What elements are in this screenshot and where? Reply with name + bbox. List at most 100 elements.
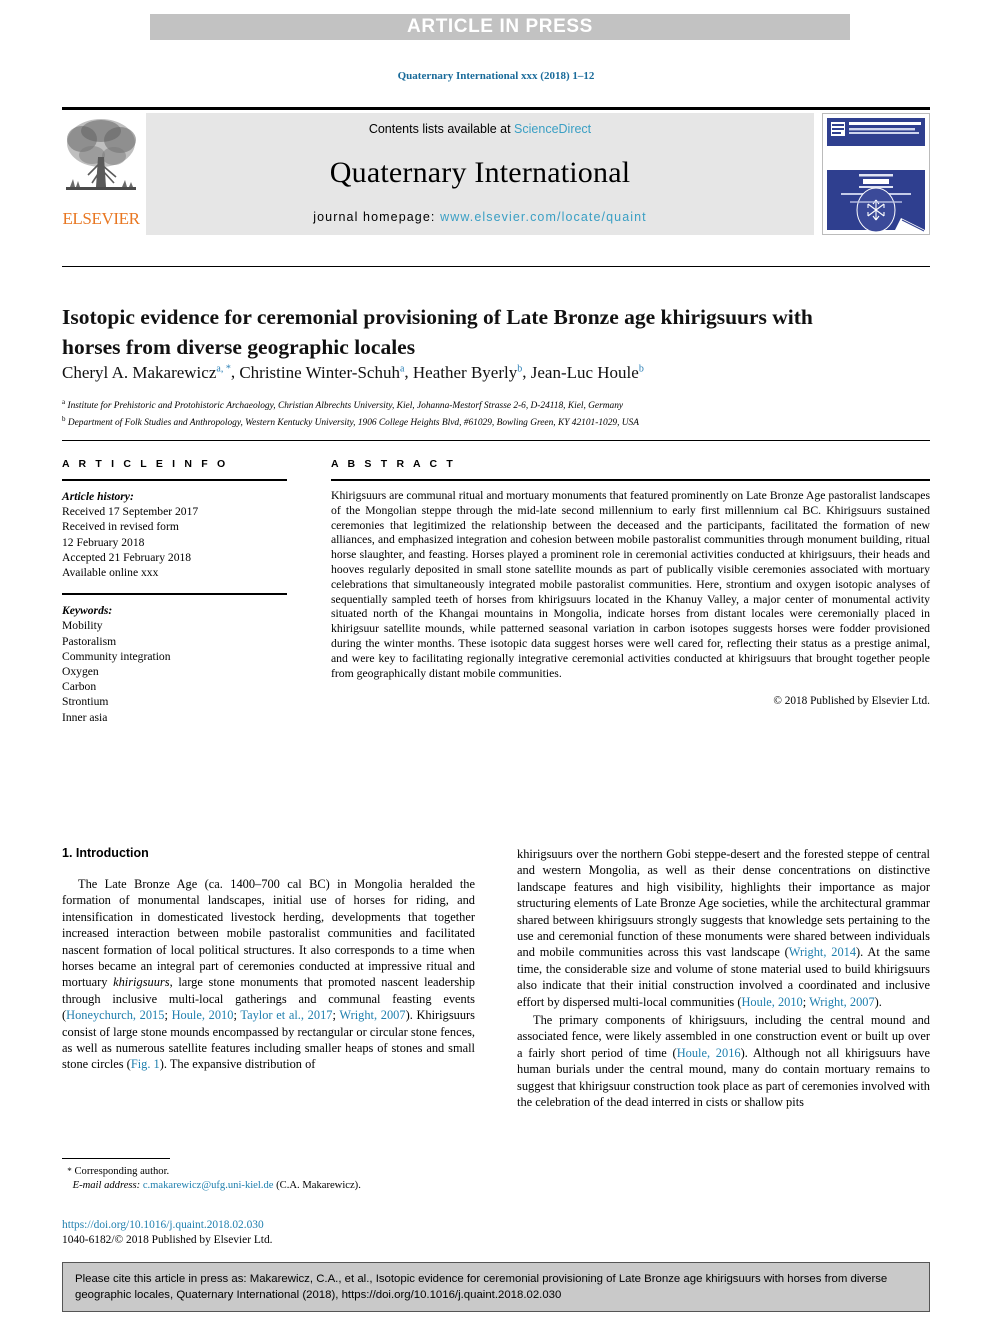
text-run: ). The expansive distribution of [159, 1057, 316, 1072]
history-line: Received in revised form [62, 520, 179, 534]
text-run: The Late Bronze Age (ca. 1400–700 cal BC… [62, 877, 475, 990]
author-entry: Jean-Luc Houleb [531, 363, 644, 382]
footer-doi-block: https://doi.org/10.1016/j.quaint.2018.02… [62, 1218, 475, 1248]
abstract-text: Khirigsuurs are communal ritual and mort… [331, 489, 930, 680]
citation-link[interactable]: Wright, 2014 [789, 945, 856, 959]
article-in-press-label: ARTICLE IN PRESS [407, 16, 593, 37]
email-link[interactable]: c.makarewicz@ufg.uni-kiel.de [143, 1180, 274, 1191]
citation-link[interactable]: Wright, 2007 [809, 995, 875, 1009]
journal-homepage-line: journal homepage: www.elsevier.com/locat… [313, 210, 647, 224]
journal-masthead: ELSEVIER Contents lists available at Sci… [62, 107, 930, 237]
author-affiliation-mark: b [517, 363, 523, 374]
text-run: ; [164, 1008, 172, 1023]
email-label: E-mail address: [72, 1180, 141, 1191]
masthead-top-rule [62, 107, 930, 110]
title-divider-rule [62, 266, 930, 267]
affiliation-mark: a [62, 398, 66, 406]
elsevier-wordmark: ELSEVIER [62, 209, 140, 228]
please-cite-text: Please cite this article in press as: Ma… [75, 1273, 888, 1301]
abstract-rule [331, 479, 930, 481]
masthead-center-panel: Contents lists available at ScienceDirec… [146, 113, 814, 235]
article-info-rule [62, 479, 287, 481]
keyword-item: Inner asia [62, 710, 108, 724]
citation-link[interactable]: Wright, 2007 [339, 1008, 405, 1022]
homepage-prefix-label: journal homepage: [313, 210, 441, 224]
article-in-press-banner: ARTICLE IN PRESS [150, 14, 850, 40]
author-entry: Cheryl A. Makarewicza, * [62, 363, 231, 382]
affiliation-mark: b [62, 415, 66, 424]
keyword-item: Mobility [62, 619, 103, 633]
body-column-left: 1. Introduction The Late Bronze Age (ca.… [62, 846, 475, 1075]
section-heading-introduction: 1. Introduction [62, 846, 149, 860]
article-info-heading: A R T I C L E I N F O [62, 458, 229, 470]
history-line: Available online xxx [62, 566, 159, 580]
journal-homepage-link[interactable]: www.elsevier.com/locate/quaint [440, 210, 647, 224]
doi-link[interactable]: https://doi.org/10.1016/j.quaint.2018.02… [62, 1218, 475, 1233]
author-list: Cheryl A. Makarewicza, *, Christine Wint… [62, 362, 644, 382]
text-run: khirigsuurs over the northern Gobi stepp… [517, 847, 930, 960]
citation-link[interactable]: Houle, 2010 [741, 995, 802, 1009]
elsevier-logo: ELSEVIER [62, 113, 140, 235]
keyword-item: Community integration [62, 649, 171, 663]
citation-link[interactable]: Houle, 2016 [677, 1046, 741, 1060]
affiliation-text: Institute for Prehistoric and Protohisto… [67, 401, 624, 412]
citation-link[interactable]: Honeychurch, 2015 [66, 1008, 164, 1022]
author-affiliation-mark: b [638, 363, 644, 374]
journal-cover-thumbnail [822, 113, 930, 235]
journal-title: Quaternary International [329, 156, 631, 189]
please-cite-box: Please cite this article in press as: Ma… [62, 1262, 930, 1312]
contents-available-line: Contents lists available at ScienceDirec… [369, 122, 591, 136]
info-section-top-rule [62, 440, 930, 441]
article-info-column: A R T I C L E I N F O Article history: R… [62, 458, 287, 725]
author-affiliation-mark: a, * [216, 363, 231, 374]
text-run: ). [874, 994, 882, 1009]
journal-cover-image [823, 114, 929, 234]
history-line: Accepted 21 February 2018 [62, 550, 192, 564]
author-name: Jean-Luc Houle [530, 362, 639, 382]
contents-prefix-label: Contents lists available at [368, 122, 515, 136]
keywords-block: Keywords: Mobility Pastoralism Community… [62, 603, 287, 725]
abstract-column: A B S T R A C T Khirigsuurs are communal… [331, 458, 930, 707]
author-name: Christine Winter-Schuh [239, 362, 400, 382]
footnote-divider-rule [62, 1158, 170, 1159]
page-title: Isotopic evidence for ceremonial provisi… [62, 305, 813, 360]
affiliation-text: Department of Folk Studies and Anthropol… [67, 418, 639, 429]
issn-copyright-line: 1040-6182/© 2018 Published by Elsevier L… [62, 1234, 273, 1246]
author-name: Cheryl A. Makarewicz [62, 362, 217, 382]
paragraph: khirigsuurs over the northern Gobi stepp… [517, 846, 930, 1010]
italic-term: khirigsuurs [113, 975, 170, 990]
paragraph: The primary components of khirigsuurs, i… [517, 1012, 930, 1110]
sciencedirect-link[interactable]: ScienceDirect [514, 122, 591, 136]
footnote-line: * Corresponding author. [62, 1164, 475, 1179]
asterisk-icon: * [67, 1166, 72, 1176]
keyword-item: Strontium [62, 695, 109, 709]
citation-link[interactable]: Taylor et al., 2017 [240, 1008, 332, 1022]
article-history-label: Article history: [62, 490, 134, 503]
abstract-heading: A B S T R A C T [331, 458, 456, 470]
running-head: Quaternary International xxx (2018) 1–12 [397, 70, 595, 82]
body-column-right: khirigsuurs over the northern Gobi stepp… [517, 846, 930, 1113]
history-line: 12 February 2018 [62, 535, 145, 549]
figure-link[interactable]: Fig. 1 [131, 1057, 160, 1071]
keywords-label: Keywords: [62, 604, 113, 618]
abstract-copyright: © 2018 Published by Elsevier Ltd. [773, 695, 930, 708]
footnote-body: * Corresponding author. E-mail address: … [62, 1164, 475, 1193]
citation-link[interactable]: Houle, 2010 [172, 1008, 234, 1022]
footnote-line: E-mail address: c.makarewicz@ufg.uni-kie… [62, 1179, 475, 1193]
corresponding-author-label: Corresponding author. [74, 1166, 170, 1177]
keywords-divider-rule [62, 593, 287, 596]
author-affiliation-mark: a [399, 363, 405, 374]
paragraph: The Late Bronze Age (ca. 1400–700 cal BC… [62, 876, 475, 1073]
keyword-item: Pastoralism [62, 634, 117, 648]
keyword-item: Oxygen [62, 665, 99, 679]
history-line: Received 17 September 2017 [62, 505, 199, 519]
author-entry: Christine Winter-Schuha [239, 363, 404, 382]
elsevier-tree-icon [66, 119, 136, 190]
corresponding-author-footnote: * Corresponding author. E-mail address: … [62, 1158, 475, 1193]
email-owner-label: (C.A. Makarewicz). [276, 1180, 361, 1191]
affiliation-item: b Department of Folk Studies and Anthrop… [62, 413, 930, 430]
author-name: Heather Byerly [412, 362, 518, 382]
article-history-block: Article history: Received 17 September 2… [62, 489, 287, 580]
affiliation-item: a Institute for Prehistoric and Protohis… [62, 396, 930, 413]
affiliation-list: a Institute for Prehistoric and Protohis… [62, 396, 930, 430]
